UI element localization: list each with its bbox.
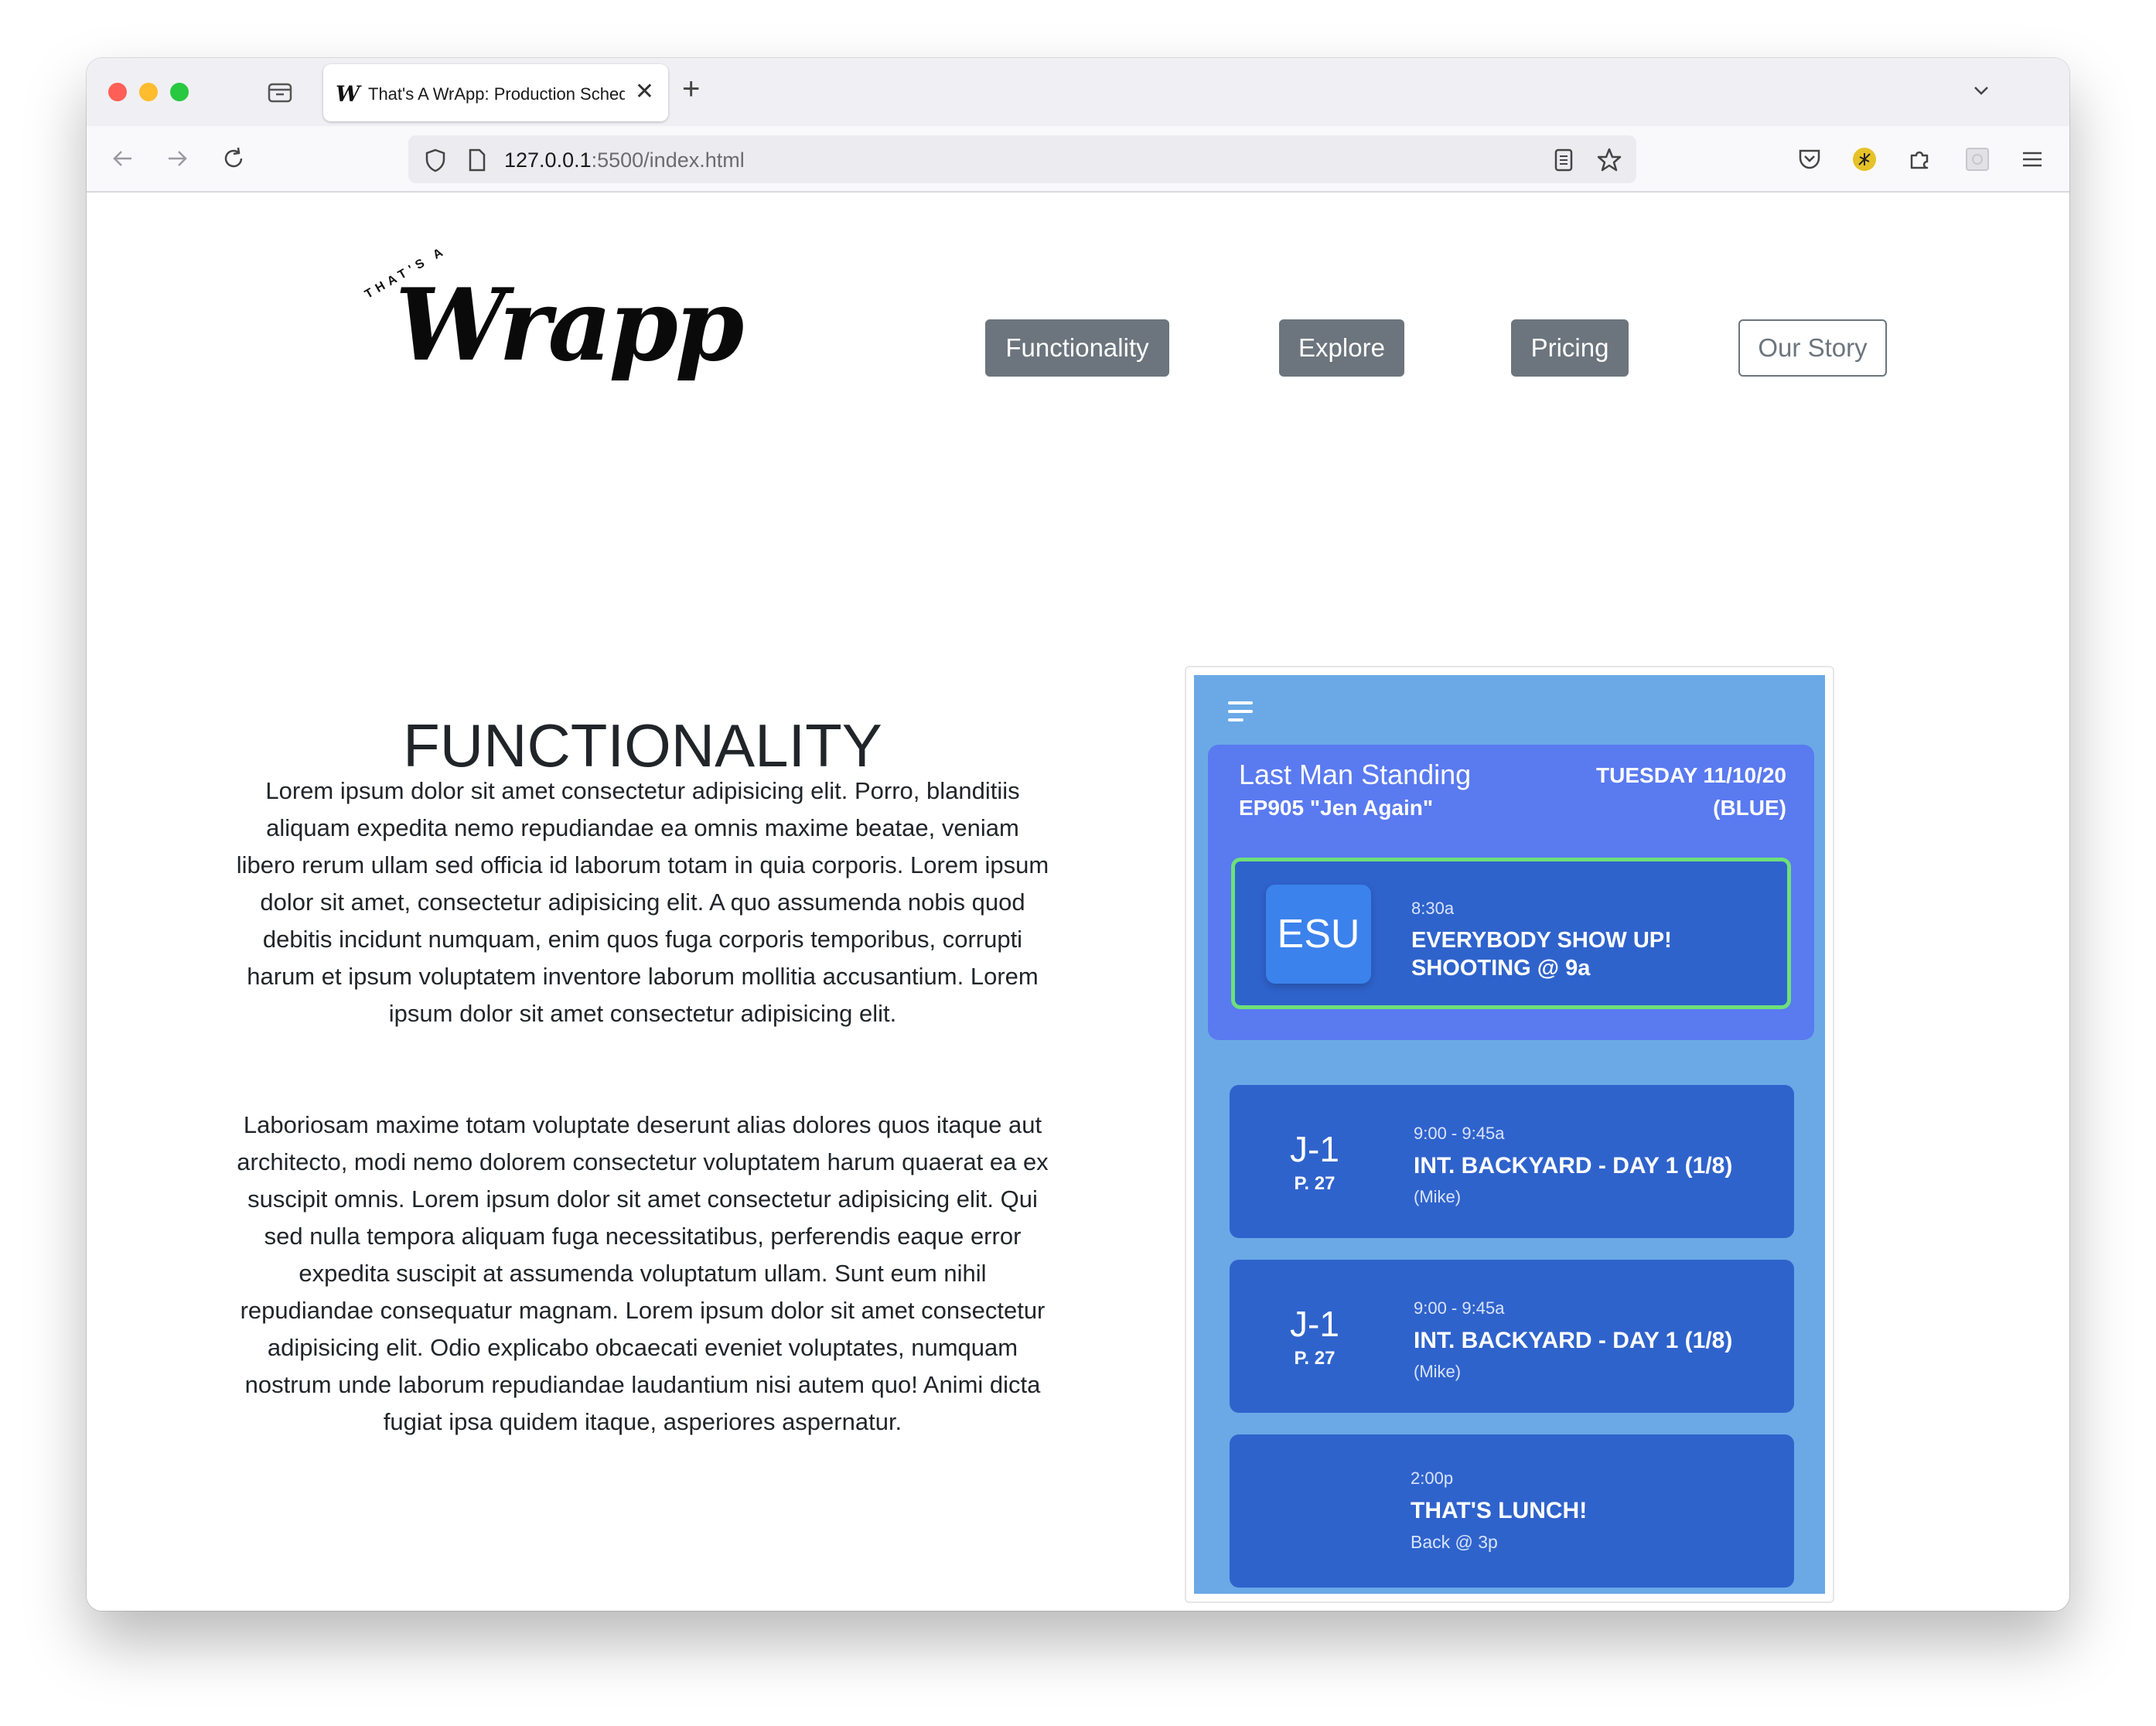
browser-window: W That's A WrApp: Production Schedule ✕ … — [87, 58, 2069, 1611]
body-paragraph-1: Lorem ipsum dolor sit amet consectetur a… — [236, 777, 1049, 1027]
zoom-window-button[interactable] — [170, 83, 189, 101]
grid-icon[interactable] — [1964, 146, 1991, 172]
schedule-date: TUESDAY 11/10/20 — [1596, 763, 1786, 787]
site-favicon-icon: W — [336, 81, 360, 107]
lunch-title: THAT'S LUNCH! — [1411, 1498, 1588, 1523]
nav-explore-button[interactable]: Explore — [1279, 319, 1404, 377]
scene-cast: (Mike) — [1414, 1187, 1462, 1206]
app-preview: Last Man Standing EP905 "Jen Again" TUES… — [1194, 675, 1825, 1594]
page-icon[interactable] — [467, 148, 487, 172]
minimize-window-button[interactable] — [139, 83, 158, 101]
lunch-subtitle: Back @ 3p — [1411, 1532, 1498, 1552]
url-host: 127.0.0.1 — [504, 148, 592, 172]
page-content: THAT'S A Wrapp Functionality Explore Pri… — [87, 193, 2069, 1611]
reload-icon[interactable] — [218, 143, 249, 174]
schedule-unit: (BLUE) — [1713, 796, 1786, 820]
scene-page: P. 27 — [1294, 1348, 1336, 1369]
esu-line-2: SHOOTING @ 9a — [1411, 956, 1591, 981]
show-title: Last Man Standing — [1239, 759, 1472, 790]
tab-bar: W That's A WrApp: Production Schedule ✕ … — [87, 58, 2069, 126]
scene-title: INT. BACKYARD - DAY 1 (1/8) — [1414, 1328, 1733, 1353]
puzzle-icon[interactable] — [1907, 146, 1933, 172]
shield-icon[interactable] — [424, 148, 447, 172]
scene-id: J-1 — [1290, 1304, 1339, 1344]
section-heading: FUNCTIONALITY — [403, 711, 882, 779]
pocket-icon[interactable] — [1797, 148, 1822, 171]
esu-badge: ESU — [1266, 885, 1371, 984]
hamburger-menu-icon — [1228, 701, 1253, 727]
lunch-time: 2:00p — [1411, 1468, 1454, 1488]
new-tab-icon[interactable]: + — [682, 72, 700, 107]
scene-title: INT. BACKYARD - DAY 1 (1/8) — [1414, 1153, 1733, 1179]
lunch-card: 2:00p THAT'S LUNCH! Back @ 3p — [1230, 1434, 1794, 1588]
scene-time: 9:00 - 9:45a — [1414, 1298, 1505, 1318]
reader-view-icon[interactable] — [1553, 148, 1574, 172]
logo-wordmark: Wrapp — [395, 268, 744, 384]
body-paragraph-2: Laboriosam maxime totam voluptate deseru… — [237, 1111, 1049, 1435]
forward-arrow-icon[interactable] — [162, 143, 193, 174]
chevron-down-icon[interactable] — [1973, 83, 1989, 98]
back-arrow-icon[interactable] — [107, 143, 138, 174]
scene-id: J-1 — [1290, 1129, 1339, 1169]
app-preview-frame: Last Man Standing EP905 "Jen Again" TUES… — [1185, 666, 1834, 1603]
url-path: :5500/index.html — [591, 148, 745, 172]
esu-card: ESU 8:30a EVERYBODY SHOW UP! SHOOTING @ … — [1231, 858, 1791, 1009]
url-text: 127.0.0.1:5500/index.html — [504, 148, 745, 172]
tab-title: That's A WrApp: Production Schedule — [368, 84, 625, 104]
esu-line-1: EVERYBODY SHOW UP! — [1411, 928, 1672, 953]
site-logo[interactable]: THAT'S A Wrapp — [361, 244, 744, 415]
active-tab[interactable]: W That's A WrApp: Production Schedule ✕ — [323, 64, 668, 121]
extension-icon[interactable] — [1851, 146, 1878, 172]
bookmark-star-icon[interactable] — [1596, 147, 1622, 173]
schedule-header-card: Last Man Standing EP905 "Jen Again" TUES… — [1208, 745, 1814, 1040]
esu-time: 8:30a — [1411, 899, 1455, 918]
nav-functionality-button[interactable]: Functionality — [985, 319, 1169, 377]
scene-card: J-1 P. 27 9:00 - 9:45a INT. BACKYARD - D… — [1230, 1085, 1794, 1238]
navigation-toolbar: 127.0.0.1:5500/index.html — [87, 126, 2069, 193]
close-window-button[interactable] — [108, 83, 127, 101]
scene-cast: (Mike) — [1414, 1362, 1462, 1381]
menu-icon[interactable] — [2020, 148, 2045, 171]
episode-label: EP905 "Jen Again" — [1239, 796, 1434, 820]
address-bar[interactable]: 127.0.0.1:5500/index.html — [408, 135, 1636, 183]
close-tab-icon[interactable]: ✕ — [635, 78, 654, 105]
tab-list-icon[interactable] — [266, 80, 294, 104]
scene-page: P. 27 — [1294, 1173, 1336, 1194]
nav-pricing-button[interactable]: Pricing — [1511, 319, 1629, 377]
scene-card: J-1 P. 27 9:00 - 9:45a INT. BACKYARD - D… — [1230, 1260, 1794, 1413]
scene-time: 9:00 - 9:45a — [1414, 1124, 1505, 1143]
nav-our-story-button[interactable]: Our Story — [1738, 319, 1887, 377]
